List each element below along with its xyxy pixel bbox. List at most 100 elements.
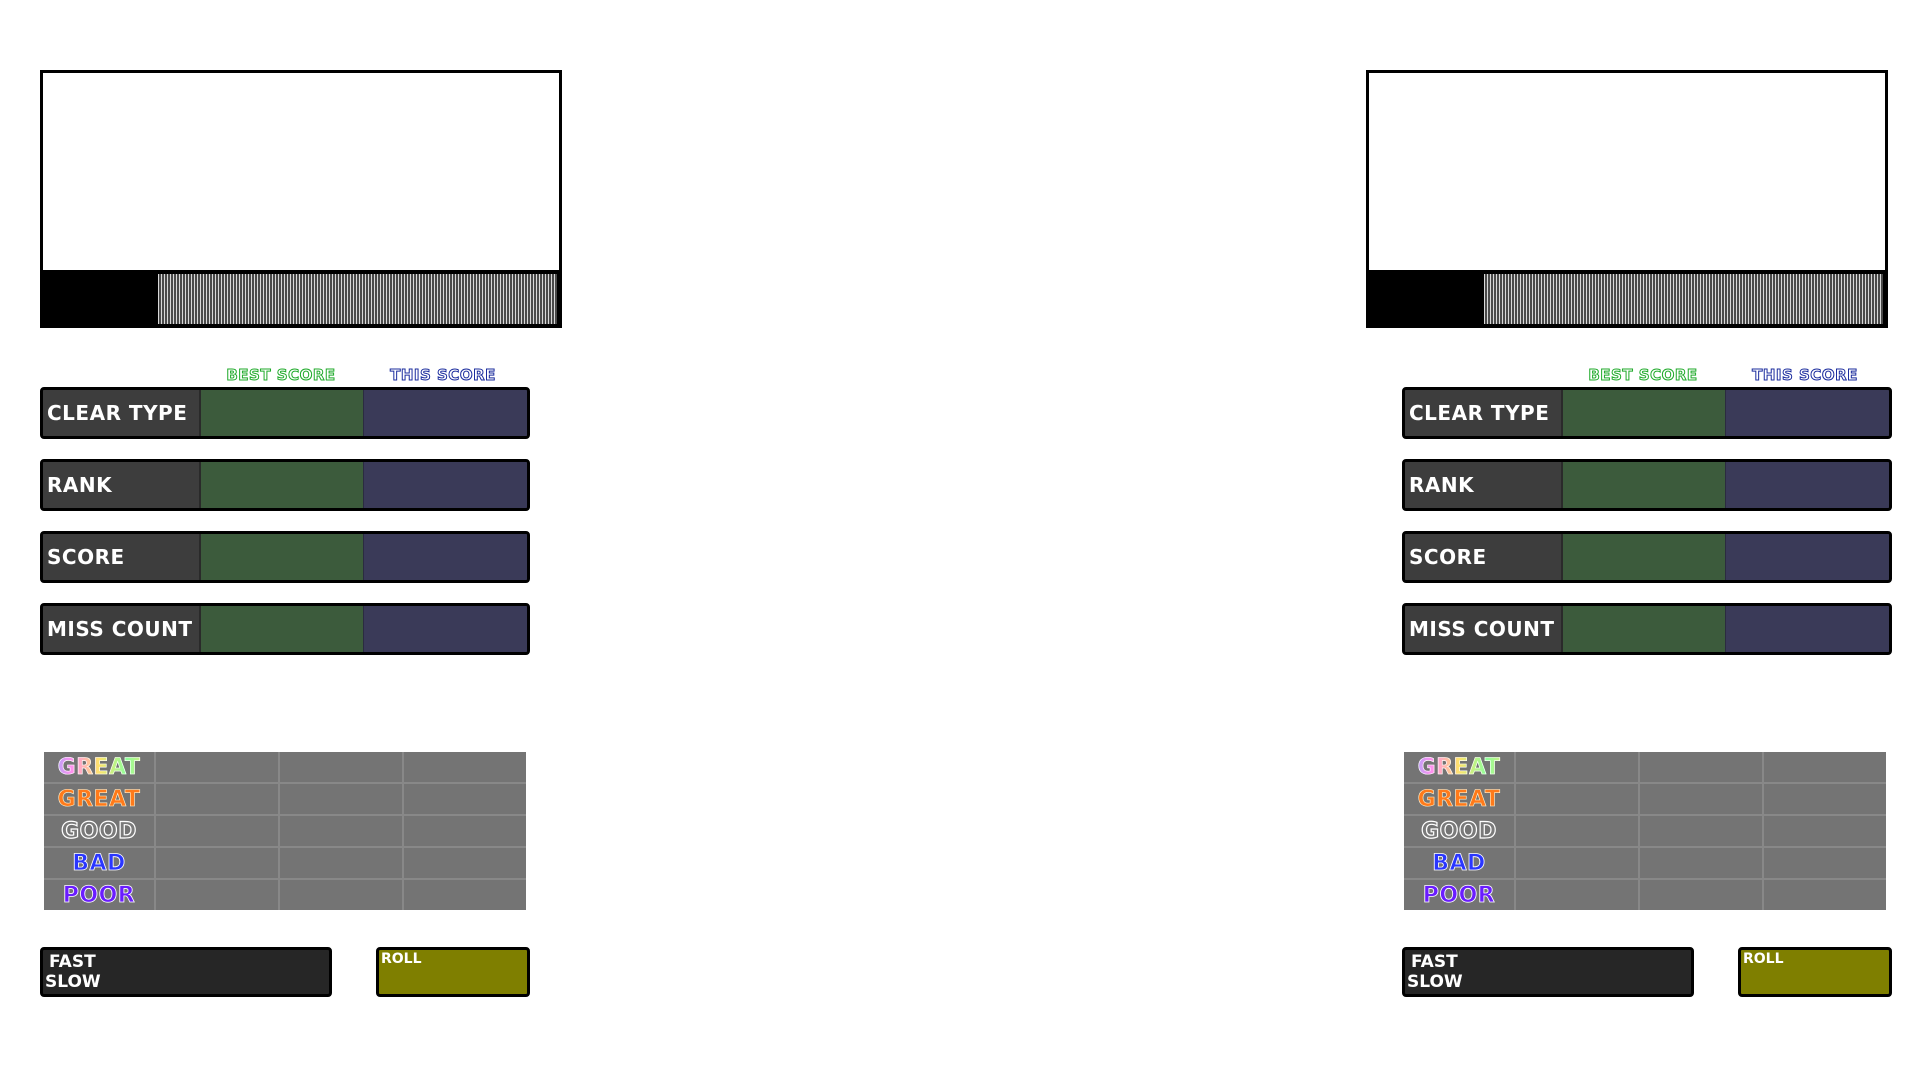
judge-cell bbox=[280, 752, 404, 782]
clear-type-best-value bbox=[201, 390, 363, 436]
poor-label: POOR bbox=[1404, 880, 1516, 910]
judge-row-great: GREAT bbox=[44, 784, 526, 816]
roll-box: ROLL bbox=[376, 947, 530, 997]
judge-cell bbox=[1640, 816, 1764, 846]
pgreat-label: GREAT bbox=[44, 752, 156, 782]
judge-row-pgreat: GREAT bbox=[1404, 752, 1886, 784]
roll-label: ROLL bbox=[381, 951, 422, 967]
judge-cell bbox=[280, 848, 404, 878]
judge-cell bbox=[404, 784, 526, 814]
miss-count-best-value bbox=[201, 606, 363, 652]
clear-type-label: CLEAR TYPE bbox=[1405, 390, 1563, 436]
rank-label: RANK bbox=[1405, 462, 1563, 508]
clear-type-this-value bbox=[1725, 390, 1889, 436]
rank-row: RANK bbox=[1402, 459, 1892, 511]
judge-cell bbox=[1640, 848, 1764, 878]
judge-cell bbox=[1640, 880, 1764, 910]
fast-label: FAST bbox=[1411, 952, 1458, 972]
judge-cell bbox=[1764, 848, 1886, 878]
song-banner-frame bbox=[40, 70, 562, 328]
clear-type-row: CLEAR TYPE bbox=[1402, 387, 1892, 439]
judge-row-poor: POOR bbox=[1404, 880, 1886, 910]
clear-type-best-value bbox=[1563, 390, 1725, 436]
score-row: SCORE bbox=[1402, 531, 1892, 583]
this-score-header: THIS SCORE bbox=[390, 366, 496, 385]
judge-cell bbox=[404, 752, 526, 782]
judge-row-good: GOOD bbox=[1404, 816, 1886, 848]
judge-cell bbox=[1516, 816, 1640, 846]
rank-row: RANK bbox=[40, 459, 530, 511]
rank-label: RANK bbox=[43, 462, 201, 508]
miss-count-best-value bbox=[1563, 606, 1725, 652]
score-this-value bbox=[363, 534, 527, 580]
judge-cell bbox=[156, 816, 280, 846]
judge-row-bad: BAD bbox=[44, 848, 526, 880]
judge-row-good: GOOD bbox=[44, 816, 526, 848]
miss-count-row: MISS COUNT bbox=[40, 603, 530, 655]
groove-gauge bbox=[43, 270, 559, 325]
judge-cell bbox=[156, 848, 280, 878]
good-label: GOOD bbox=[44, 816, 156, 846]
miss-count-this-value bbox=[363, 606, 527, 652]
this-score-header: THIS SCORE bbox=[1752, 366, 1858, 385]
fast-label: FAST bbox=[49, 952, 96, 972]
fast-slow-box: FAST SLOW bbox=[40, 947, 332, 997]
score-best-value bbox=[201, 534, 363, 580]
score-this-value bbox=[1725, 534, 1889, 580]
slow-label: SLOW bbox=[1407, 972, 1463, 992]
score-row: SCORE bbox=[40, 531, 530, 583]
rank-this-value bbox=[363, 462, 527, 508]
clear-type-row: CLEAR TYPE bbox=[40, 387, 530, 439]
judge-row-bad: BAD bbox=[1404, 848, 1886, 880]
judge-cell bbox=[404, 848, 526, 878]
score-label: SCORE bbox=[1405, 534, 1563, 580]
judge-cell bbox=[404, 880, 526, 910]
judge-cell bbox=[1764, 880, 1886, 910]
pgreat-label: GREAT bbox=[1404, 752, 1516, 782]
poor-label: POOR bbox=[44, 880, 156, 910]
great-label: GREAT bbox=[44, 784, 156, 814]
judge-table: GREAT GREAT GOOD BAD POOR bbox=[44, 752, 526, 910]
judge-row-poor: POOR bbox=[44, 880, 526, 910]
player2-panel: BEST SCORE THIS SCORE CLEAR TYPE RANK SC… bbox=[1366, 0, 1894, 1080]
judge-cell bbox=[1764, 752, 1886, 782]
judge-cell bbox=[1764, 816, 1886, 846]
best-score-header: BEST SCORE bbox=[226, 366, 336, 385]
song-banner-frame bbox=[1366, 70, 1888, 328]
great-label: GREAT bbox=[1404, 784, 1516, 814]
judge-cell bbox=[280, 880, 404, 910]
judge-cell bbox=[1516, 848, 1640, 878]
judge-cell bbox=[156, 752, 280, 782]
judge-cell bbox=[280, 816, 404, 846]
roll-label: ROLL bbox=[1743, 951, 1784, 967]
groove-gauge-fill bbox=[158, 274, 557, 324]
rank-best-value bbox=[201, 462, 363, 508]
rank-this-value bbox=[1725, 462, 1889, 508]
judge-table: GREAT GREAT GOOD BAD POOR bbox=[1404, 752, 1886, 910]
miss-count-label: MISS COUNT bbox=[1405, 606, 1563, 652]
judge-cell bbox=[1640, 784, 1764, 814]
score-best-value bbox=[1563, 534, 1725, 580]
judge-cell bbox=[156, 880, 280, 910]
rank-best-value bbox=[1563, 462, 1725, 508]
bad-label: BAD bbox=[44, 848, 156, 878]
miss-count-label: MISS COUNT bbox=[43, 606, 201, 652]
judge-row-pgreat: GREAT bbox=[44, 752, 526, 784]
bad-label: BAD bbox=[1404, 848, 1516, 878]
groove-gauge bbox=[1369, 270, 1885, 325]
player1-panel: BEST SCORE THIS SCORE CLEAR TYPE RANK SC… bbox=[40, 0, 568, 1080]
judge-cell bbox=[1516, 880, 1640, 910]
groove-gauge-fill bbox=[1484, 274, 1883, 324]
good-label: GOOD bbox=[1404, 816, 1516, 846]
judge-cell bbox=[156, 784, 280, 814]
slow-label: SLOW bbox=[45, 972, 101, 992]
judge-cell bbox=[404, 816, 526, 846]
judge-cell bbox=[1764, 784, 1886, 814]
clear-type-this-value bbox=[363, 390, 527, 436]
judge-cell bbox=[1516, 784, 1640, 814]
fast-slow-box: FAST SLOW bbox=[1402, 947, 1694, 997]
miss-count-this-value bbox=[1725, 606, 1889, 652]
judge-cell bbox=[280, 784, 404, 814]
clear-type-label: CLEAR TYPE bbox=[43, 390, 201, 436]
miss-count-row: MISS COUNT bbox=[1402, 603, 1892, 655]
